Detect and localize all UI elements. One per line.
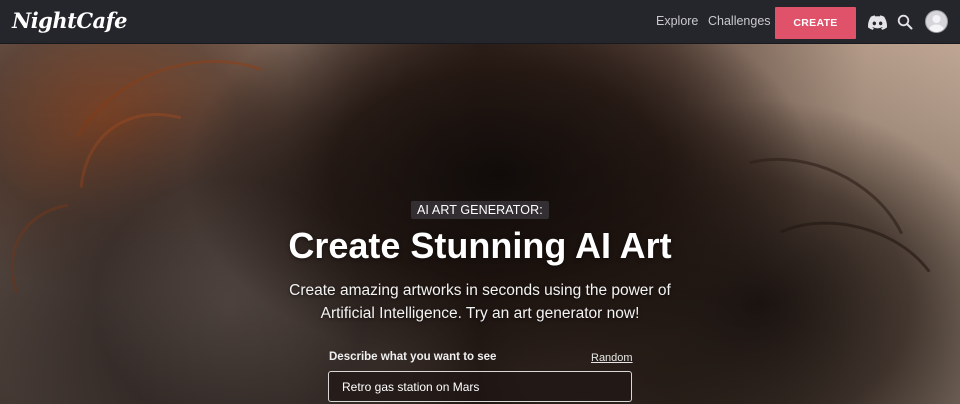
ai-art-generator-badge: AI ART GENERATOR: <box>411 201 549 219</box>
nav-explore-link[interactable]: Explore <box>656 14 698 28</box>
create-button[interactable]: CREATE <box>775 7 856 39</box>
hero-content: AI ART GENERATOR: Create Stunning AI Art… <box>0 44 960 404</box>
user-avatar-icon[interactable] <box>925 10 948 33</box>
top-navbar: NightCafe Explore Challenges CREATE <box>0 0 960 44</box>
nav-challenges-link[interactable]: Challenges <box>708 14 771 28</box>
hero-section: AI ART GENERATOR: Create Stunning AI Art… <box>0 44 960 404</box>
prompt-label: Describe what you want to see <box>329 351 497 363</box>
nightcafe-logo[interactable]: NightCafe <box>12 8 128 33</box>
hero-subtitle: Create amazing artworks in seconds using… <box>289 282 671 322</box>
prompt-input[interactable] <box>328 371 632 402</box>
random-prompt-link[interactable]: Random <box>591 352 633 364</box>
discord-icon[interactable] <box>866 11 888 33</box>
search-icon[interactable] <box>894 11 916 33</box>
hero-title: Create Stunning AI Art <box>288 225 672 266</box>
